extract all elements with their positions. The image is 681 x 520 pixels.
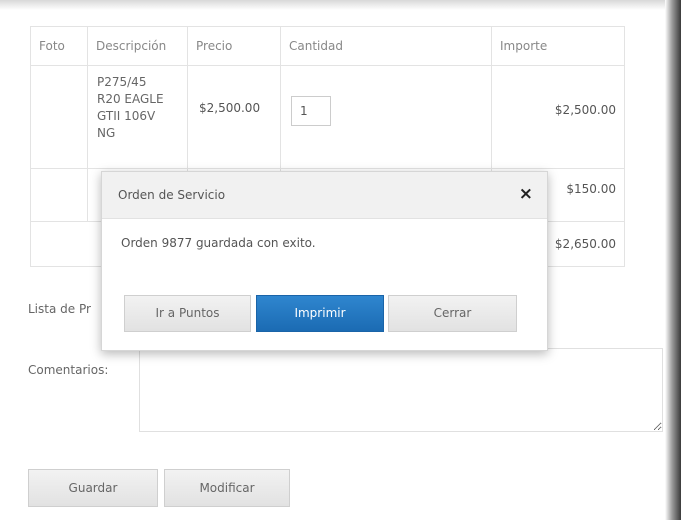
item-price: $2,500.00 bbox=[199, 101, 261, 115]
col-header-importe: Importe bbox=[491, 26, 625, 66]
item-description: P275/45 R20 EAGLE GTII 106V NG bbox=[97, 75, 164, 140]
description-cell: P275/45 R20 EAGLE GTII 106V NG bbox=[87, 65, 188, 169]
quantity-cell bbox=[280, 65, 492, 169]
table-row: P275/45 R20 EAGLE GTII 106V NG $2,500.00… bbox=[30, 65, 625, 169]
print-button[interactable]: Imprimir bbox=[256, 295, 384, 332]
go-to-points-button[interactable]: Ir a Puntos bbox=[124, 295, 251, 332]
window-top-shade bbox=[0, 0, 681, 10]
photo-cell bbox=[30, 168, 88, 222]
item-amount: $2,500.00 bbox=[554, 103, 616, 117]
amount-cell: $2,500.00 bbox=[491, 65, 625, 169]
order-saved-dialog: Orden de Servicio × Orden 9877 guardada … bbox=[101, 171, 548, 351]
col-header-descripcion: Descripción bbox=[87, 26, 188, 66]
photo-cell bbox=[30, 65, 88, 169]
comments-field[interactable] bbox=[139, 348, 663, 432]
comments-label: Comentarios: bbox=[28, 363, 109, 377]
dialog-message: Orden 9877 guardada con exito. bbox=[121, 236, 316, 250]
dialog-header: Orden de Servicio × bbox=[102, 172, 547, 219]
dialog-title: Orden de Servicio bbox=[118, 188, 226, 202]
close-icon[interactable]: × bbox=[519, 185, 533, 203]
table-header-row: Foto Descripción Precio Cantidad Importe bbox=[30, 26, 625, 66]
window-right-shade bbox=[665, 0, 681, 520]
save-button[interactable]: Guardar bbox=[28, 469, 158, 507]
col-header-foto: Foto bbox=[30, 26, 88, 66]
col-header-precio: Precio bbox=[187, 26, 281, 66]
quantity-input[interactable] bbox=[291, 96, 331, 126]
col-header-cantidad: Cantidad bbox=[280, 26, 492, 66]
modify-button[interactable]: Modificar bbox=[164, 469, 290, 507]
price-list-label: Lista de Pr bbox=[28, 302, 91, 316]
close-button[interactable]: Cerrar bbox=[388, 295, 517, 332]
price-cell: $2,500.00 bbox=[187, 65, 281, 169]
